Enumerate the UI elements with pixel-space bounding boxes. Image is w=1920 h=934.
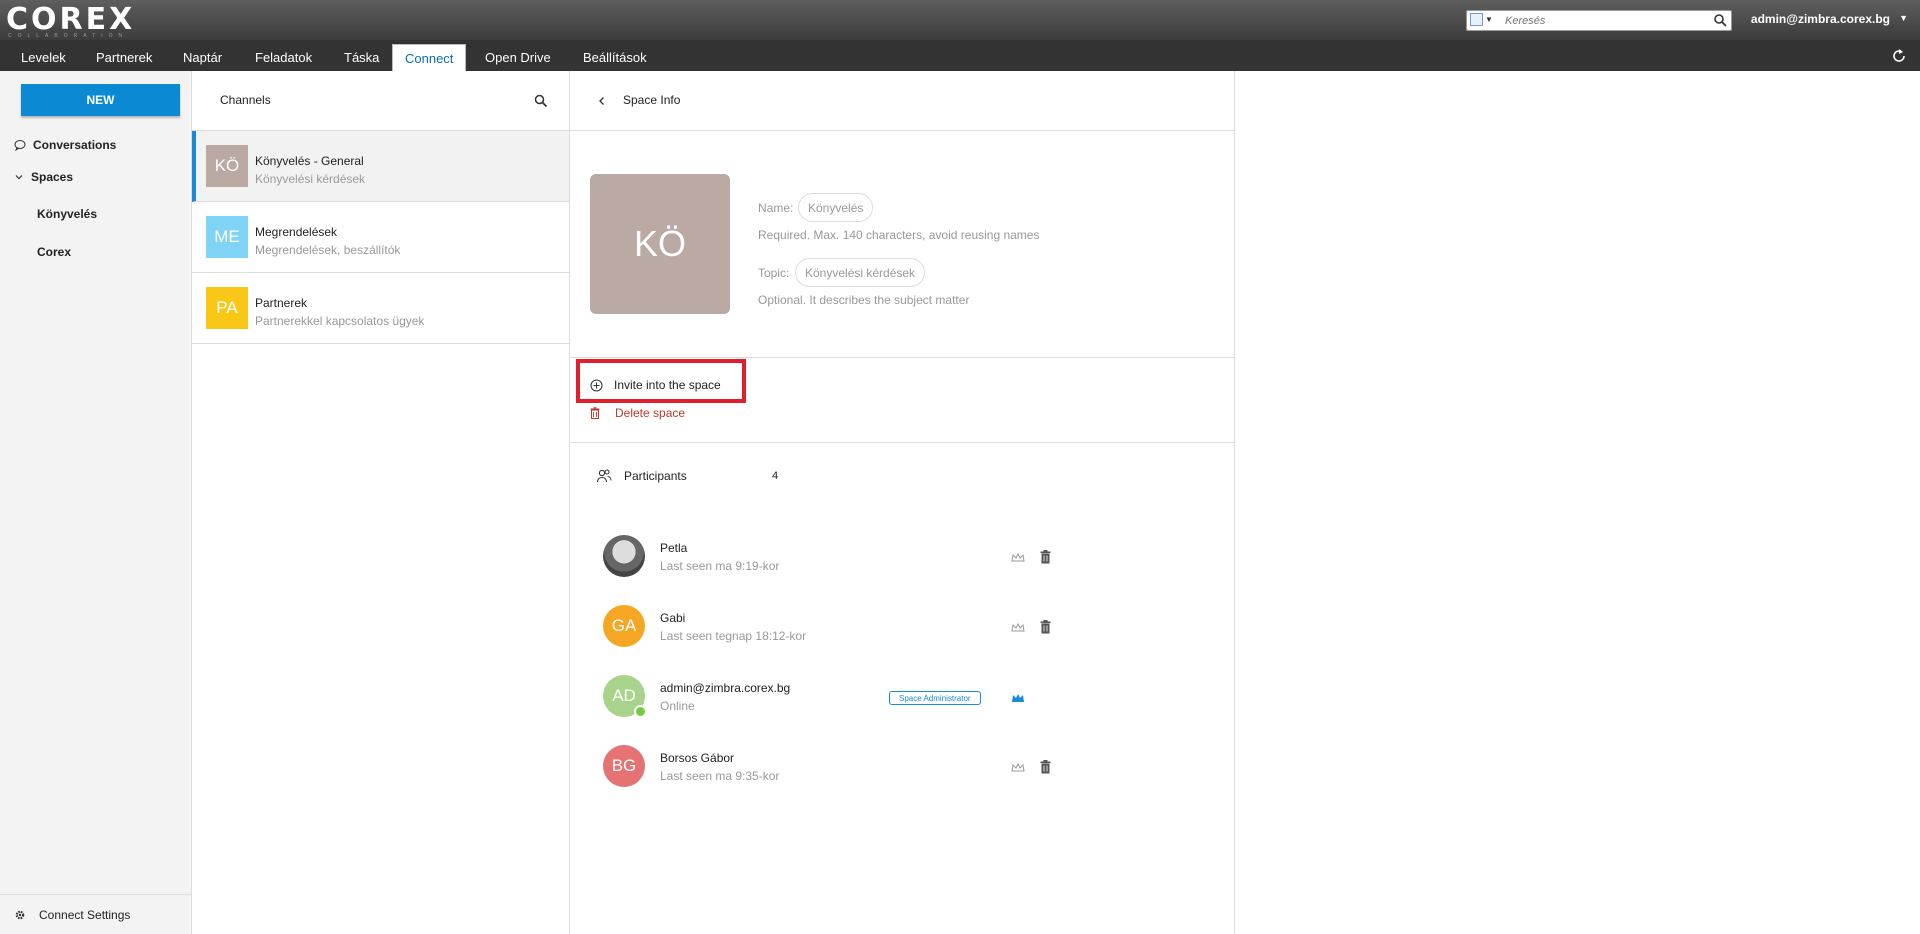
search-box: ▼ bbox=[1466, 10, 1732, 31]
tab-feladatok[interactable]: Feladatok bbox=[243, 44, 324, 71]
tab-beallitasok[interactable]: Beállítások bbox=[571, 44, 659, 71]
crown-icon[interactable] bbox=[1011, 762, 1025, 774]
participant-status: Online bbox=[660, 699, 695, 713]
participant-status: Last seen ma 9:19-kor bbox=[660, 559, 780, 573]
tab-levelek[interactable]: Levelek bbox=[9, 44, 78, 71]
avatar bbox=[603, 535, 645, 577]
logo-subtitle: COLLABORATION bbox=[8, 33, 129, 39]
tab-partnerek[interactable]: Partnerek bbox=[84, 44, 164, 71]
name-hint: Required. Max. 140 characters, avoid reu… bbox=[758, 228, 1040, 242]
nav-conversations[interactable]: Conversations bbox=[14, 135, 116, 155]
dropdown-caret-icon: ▼ bbox=[1485, 15, 1493, 24]
space-info-title: Space Info bbox=[623, 93, 681, 107]
nav-spaces[interactable]: Spaces bbox=[14, 167, 73, 187]
nav-spaces-label: Spaces bbox=[31, 170, 74, 184]
search-icon[interactable] bbox=[1713, 13, 1727, 27]
channels-panel: Channels KÖ Könyvelés - General Könyvelé… bbox=[192, 71, 570, 934]
calendar-icon bbox=[1470, 13, 1483, 26]
participant-status: Last seen tegnap 18:12-kor bbox=[660, 629, 807, 643]
tab-naptar[interactable]: Naptár bbox=[171, 44, 234, 71]
participant-status: Last seen ma 9:35-kor bbox=[660, 769, 780, 783]
channel-row[interactable]: ME Megrendelések Megrendelések, beszállí… bbox=[192, 202, 569, 273]
participant-name: admin@zimbra.corex.bg bbox=[660, 681, 791, 695]
trash-icon[interactable] bbox=[1040, 550, 1051, 564]
participant-name: Gabi bbox=[660, 611, 686, 625]
connect-settings[interactable]: Connect Settings bbox=[0, 894, 191, 934]
channel-description: Megrendelések, beszállítók bbox=[255, 243, 401, 257]
corex-logo: COREX bbox=[6, 2, 136, 37]
crown-icon[interactable] bbox=[1011, 552, 1025, 564]
space-item-konyveles[interactable]: Könyvelés bbox=[37, 207, 97, 221]
delete-space-button[interactable]: Delete space bbox=[590, 406, 685, 420]
search-icon[interactable] bbox=[533, 93, 549, 109]
topic-hint: Optional. It describes the subject matte… bbox=[758, 293, 970, 307]
avatar: GA bbox=[603, 605, 645, 647]
tab-taska[interactable]: Táska bbox=[332, 44, 391, 71]
refresh-icon[interactable] bbox=[1890, 47, 1908, 65]
invite-into-space-button[interactable]: Invite into the space bbox=[590, 378, 721, 392]
channel-avatar: KÖ bbox=[206, 145, 248, 187]
participant-row[interactable]: AD admin@zimbra.corex.bg Online Space Ad… bbox=[570, 668, 1234, 728]
online-status-dot bbox=[634, 705, 647, 718]
name-label: Name: bbox=[758, 201, 794, 215]
space-info-header: Space Info bbox=[570, 71, 1234, 131]
user-menu-caret-icon[interactable]: ▼ bbox=[1899, 13, 1908, 23]
channel-name: Partnerek bbox=[255, 296, 308, 310]
tab-connect[interactable]: Connect bbox=[392, 44, 467, 71]
participant-row[interactable]: Petla Last seen ma 9:19-kor bbox=[570, 528, 1234, 588]
trash-icon bbox=[590, 407, 600, 419]
space-details: KÖ Name: Könyvelés Required. Max. 140 ch… bbox=[570, 131, 1234, 358]
space-item-corex[interactable]: Corex bbox=[37, 245, 71, 259]
chevron-down-icon bbox=[15, 175, 23, 180]
space-actions: Invite into the space Delete space bbox=[570, 358, 1234, 443]
avatar: BG bbox=[603, 745, 645, 787]
space-avatar[interactable]: KÖ bbox=[590, 174, 730, 314]
crown-icon bbox=[1012, 694, 1024, 702]
user-menu[interactable]: admin@zimbra.corex.bg bbox=[1751, 12, 1890, 26]
back-chevron-icon[interactable] bbox=[596, 95, 608, 107]
channel-name: Könyvelés - General bbox=[255, 154, 364, 168]
channels-title: Channels bbox=[220, 93, 271, 107]
participants-count: 4 bbox=[772, 470, 779, 482]
trash-icon[interactable] bbox=[1040, 760, 1051, 774]
channel-name: Megrendelések bbox=[255, 225, 338, 239]
channel-avatar: ME bbox=[206, 216, 248, 258]
participant-name: Borsos Gábor bbox=[660, 751, 735, 765]
crown-icon[interactable] bbox=[1011, 622, 1025, 634]
tab-open-drive[interactable]: Open Drive bbox=[473, 44, 563, 71]
search-input[interactable] bbox=[1505, 13, 1705, 28]
add-circle-icon bbox=[590, 379, 603, 391]
space-administrator-badge: Space Administrator bbox=[889, 691, 981, 705]
channel-avatar: PA bbox=[206, 287, 248, 329]
people-icon bbox=[596, 469, 612, 483]
nav-conversations-label: Conversations bbox=[33, 138, 117, 152]
sidebar: NEW Conversations Spaces Könyvelés Corex… bbox=[0, 71, 192, 934]
participant-row[interactable]: BG Borsos Gábor Last seen ma 9:35-kor bbox=[570, 738, 1234, 798]
delete-label: Delete space bbox=[615, 406, 686, 420]
channel-description: Könyvelési kérdések bbox=[255, 172, 366, 186]
gear-icon bbox=[15, 910, 25, 919]
participants-header: Participants bbox=[596, 468, 687, 484]
channels-header: Channels bbox=[192, 71, 569, 131]
new-button[interactable]: NEW bbox=[21, 84, 180, 116]
chat-bubble-icon bbox=[14, 140, 26, 151]
name-field[interactable]: Könyvelés bbox=[798, 193, 874, 222]
channel-description: Partnerekkel kapcsolatos ügyek bbox=[255, 314, 425, 328]
participants-label: Participants bbox=[624, 469, 687, 483]
channel-row[interactable]: PA Partnerek Partnerekkel kapcsolatos üg… bbox=[192, 273, 569, 344]
top-bar: COREX COLLABORATION ▼ admin@zimbra.corex… bbox=[0, 0, 1920, 40]
invite-label: Invite into the space bbox=[614, 378, 721, 392]
participant-row[interactable]: GA Gabi Last seen tegnap 18:12-kor bbox=[570, 598, 1234, 658]
connect-settings-label: Connect Settings bbox=[39, 907, 131, 922]
app-tabs: Levelek Partnerek Naptár Feladatok Táska… bbox=[0, 40, 1920, 71]
space-info-panel: Space Info KÖ Name: Könyvelés Required. … bbox=[570, 71, 1235, 934]
participant-name: Petla bbox=[660, 541, 688, 555]
search-type-selector[interactable]: ▼ bbox=[1470, 13, 1498, 28]
trash-icon[interactable] bbox=[1040, 620, 1051, 634]
topic-field[interactable]: Könyvelési kérdések bbox=[795, 258, 926, 287]
channel-row[interactable]: KÖ Könyvelés - General Könyvelési kérdés… bbox=[192, 131, 569, 202]
topic-label: Topic: bbox=[758, 266, 790, 280]
